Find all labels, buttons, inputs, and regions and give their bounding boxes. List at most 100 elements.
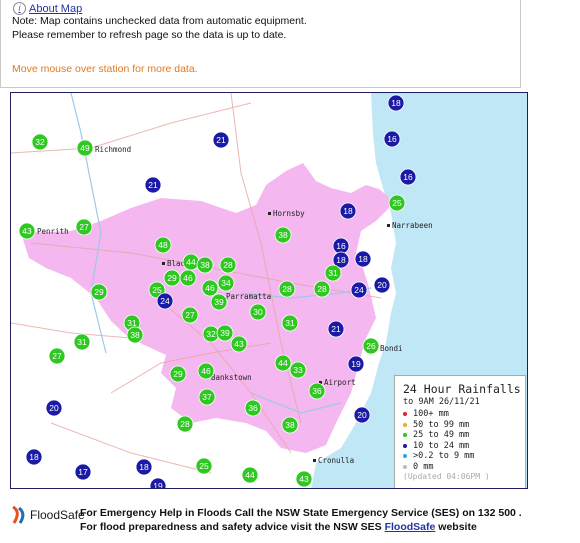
station-marker[interactable]: 31 <box>73 333 91 351</box>
legend-updated: (Updated 04:06PM ) <box>403 472 490 481</box>
station-value: 31 <box>285 318 295 328</box>
station-value: 39 <box>220 328 230 338</box>
station-marker[interactable]: 44 <box>241 466 259 484</box>
station-marker[interactable]: 27 <box>181 306 199 324</box>
station-value: 20 <box>377 280 387 290</box>
footer-line-2: For flood preparedness and safety advice… <box>80 520 522 534</box>
station-value: 38 <box>278 230 288 240</box>
station-marker[interactable]: 21 <box>327 320 345 338</box>
station-marker[interactable]: 17 <box>74 463 92 481</box>
station-value: 21 <box>216 135 226 145</box>
station-marker[interactable]: 18 <box>354 250 372 268</box>
station-value: 46 <box>183 273 193 283</box>
station-marker[interactable]: 20 <box>373 276 391 294</box>
station-marker[interactable]: 39 <box>210 293 228 311</box>
station-marker[interactable]: 32 <box>202 325 220 343</box>
station-marker[interactable]: 18 <box>135 458 153 476</box>
station-marker[interactable]: 39 <box>216 324 234 342</box>
station-marker[interactable]: 25 <box>195 457 213 475</box>
station-value: 31 <box>127 318 137 328</box>
rainfall-map[interactable]: RichmondPenrithHornsbyNarrabeenBlacktown… <box>10 92 528 489</box>
station-marker[interactable]: 38 <box>196 256 214 274</box>
station-marker[interactable]: 46 <box>197 362 215 380</box>
station-value: 16 <box>387 134 397 144</box>
legend-swatch <box>403 422 407 427</box>
station-marker[interactable]: 19 <box>149 477 167 489</box>
station-value: 28 <box>282 284 292 294</box>
station-value: 30 <box>253 307 263 317</box>
station-value: 16 <box>403 172 413 182</box>
station-marker[interactable]: 28 <box>176 415 194 433</box>
station-marker[interactable]: 43 <box>230 335 248 353</box>
station-marker[interactable]: 36 <box>244 399 262 417</box>
station-marker[interactable]: 19 <box>347 355 365 373</box>
station-value: 33 <box>293 365 303 375</box>
station-marker[interactable]: 16 <box>399 168 417 186</box>
station-marker[interactable]: 24 <box>156 292 174 310</box>
station-marker[interactable]: 25 <box>388 194 406 212</box>
station-marker[interactable]: 16 <box>383 130 401 148</box>
station-marker[interactable]: 43 <box>295 470 313 488</box>
station-marker[interactable]: 31 <box>324 264 342 282</box>
station-marker[interactable]: 28 <box>313 280 331 298</box>
station-value: 25 <box>392 198 402 208</box>
legend-item: 10 to 24 mm <box>403 441 469 451</box>
station-marker[interactable]: 29 <box>169 365 187 383</box>
station-marker[interactable]: 38 <box>126 326 144 344</box>
station-marker[interactable]: 24 <box>350 281 368 299</box>
station-marker[interactable]: 30 <box>249 303 267 321</box>
station-marker[interactable]: 29 <box>163 269 181 287</box>
station-marker[interactable]: 37 <box>198 388 216 406</box>
note-line-2: Please remember to refresh page so the d… <box>12 29 287 41</box>
legend-swatch <box>403 412 407 416</box>
station-marker[interactable]: 48 <box>154 236 172 254</box>
station-marker[interactable]: 46 <box>201 279 219 297</box>
station-marker[interactable]: 43 <box>18 222 36 240</box>
station-marker[interactable]: 20 <box>353 406 371 424</box>
floodsafe-link[interactable]: FloodSafe <box>385 521 436 533</box>
station-marker[interactable]: 18 <box>25 448 43 466</box>
station-marker[interactable]: 27 <box>75 218 93 236</box>
floodsafe-logo-text: FloodSafe <box>30 508 85 522</box>
footer-line-2-pre: For flood preparedness and safety advice… <box>80 521 385 533</box>
station-value: 20 <box>357 410 367 420</box>
station-marker[interactable]: 38 <box>281 416 299 434</box>
station-value: 28 <box>223 260 233 270</box>
station-marker[interactable]: 36 <box>308 382 326 400</box>
station-marker[interactable]: 44 <box>274 354 292 372</box>
legend-label: 50 to 99 mm <box>413 419 470 430</box>
station-value: 19 <box>153 481 163 489</box>
station-value: 27 <box>79 222 89 232</box>
station-marker[interactable]: 21 <box>212 131 230 149</box>
station-value: 21 <box>331 324 341 334</box>
station-value: 43 <box>234 339 244 349</box>
station-value: 48 <box>158 240 168 250</box>
station-marker[interactable]: 18 <box>339 202 357 220</box>
station-marker[interactable]: 31 <box>281 314 299 332</box>
station-marker[interactable]: 38 <box>274 226 292 244</box>
legend-swatch <box>403 443 407 448</box>
about-map-link[interactable]: i About Map <box>13 2 82 15</box>
station-value: 38 <box>200 260 210 270</box>
station-marker[interactable]: 27 <box>48 347 66 365</box>
footer-line-2-post: website <box>435 521 477 533</box>
station-value: 49 <box>80 143 90 153</box>
station-marker[interactable]: 20 <box>45 399 63 417</box>
station-marker[interactable]: 28 <box>219 256 237 274</box>
station-marker[interactable]: 18 <box>387 94 405 112</box>
station-marker[interactable]: 32 <box>31 133 49 151</box>
station-marker[interactable]: 26 <box>362 337 380 355</box>
legend-swatch <box>403 464 407 469</box>
station-value: 18 <box>343 206 353 216</box>
station-marker[interactable]: 34 <box>217 274 235 292</box>
place-marker-blacktown <box>162 262 165 265</box>
station-marker[interactable]: 44 <box>182 253 200 271</box>
station-marker[interactable]: 28 <box>278 280 296 298</box>
place-marker-narrabeen <box>387 224 390 227</box>
station-marker[interactable]: 46 <box>179 269 197 287</box>
footer-line-1: For Emergency Help in Floods Call the NS… <box>80 507 522 519</box>
station-marker[interactable]: 49 <box>76 139 94 157</box>
station-marker[interactable]: 33 <box>289 361 307 379</box>
station-marker[interactable]: 29 <box>90 283 108 301</box>
station-marker[interactable]: 21 <box>144 176 162 194</box>
